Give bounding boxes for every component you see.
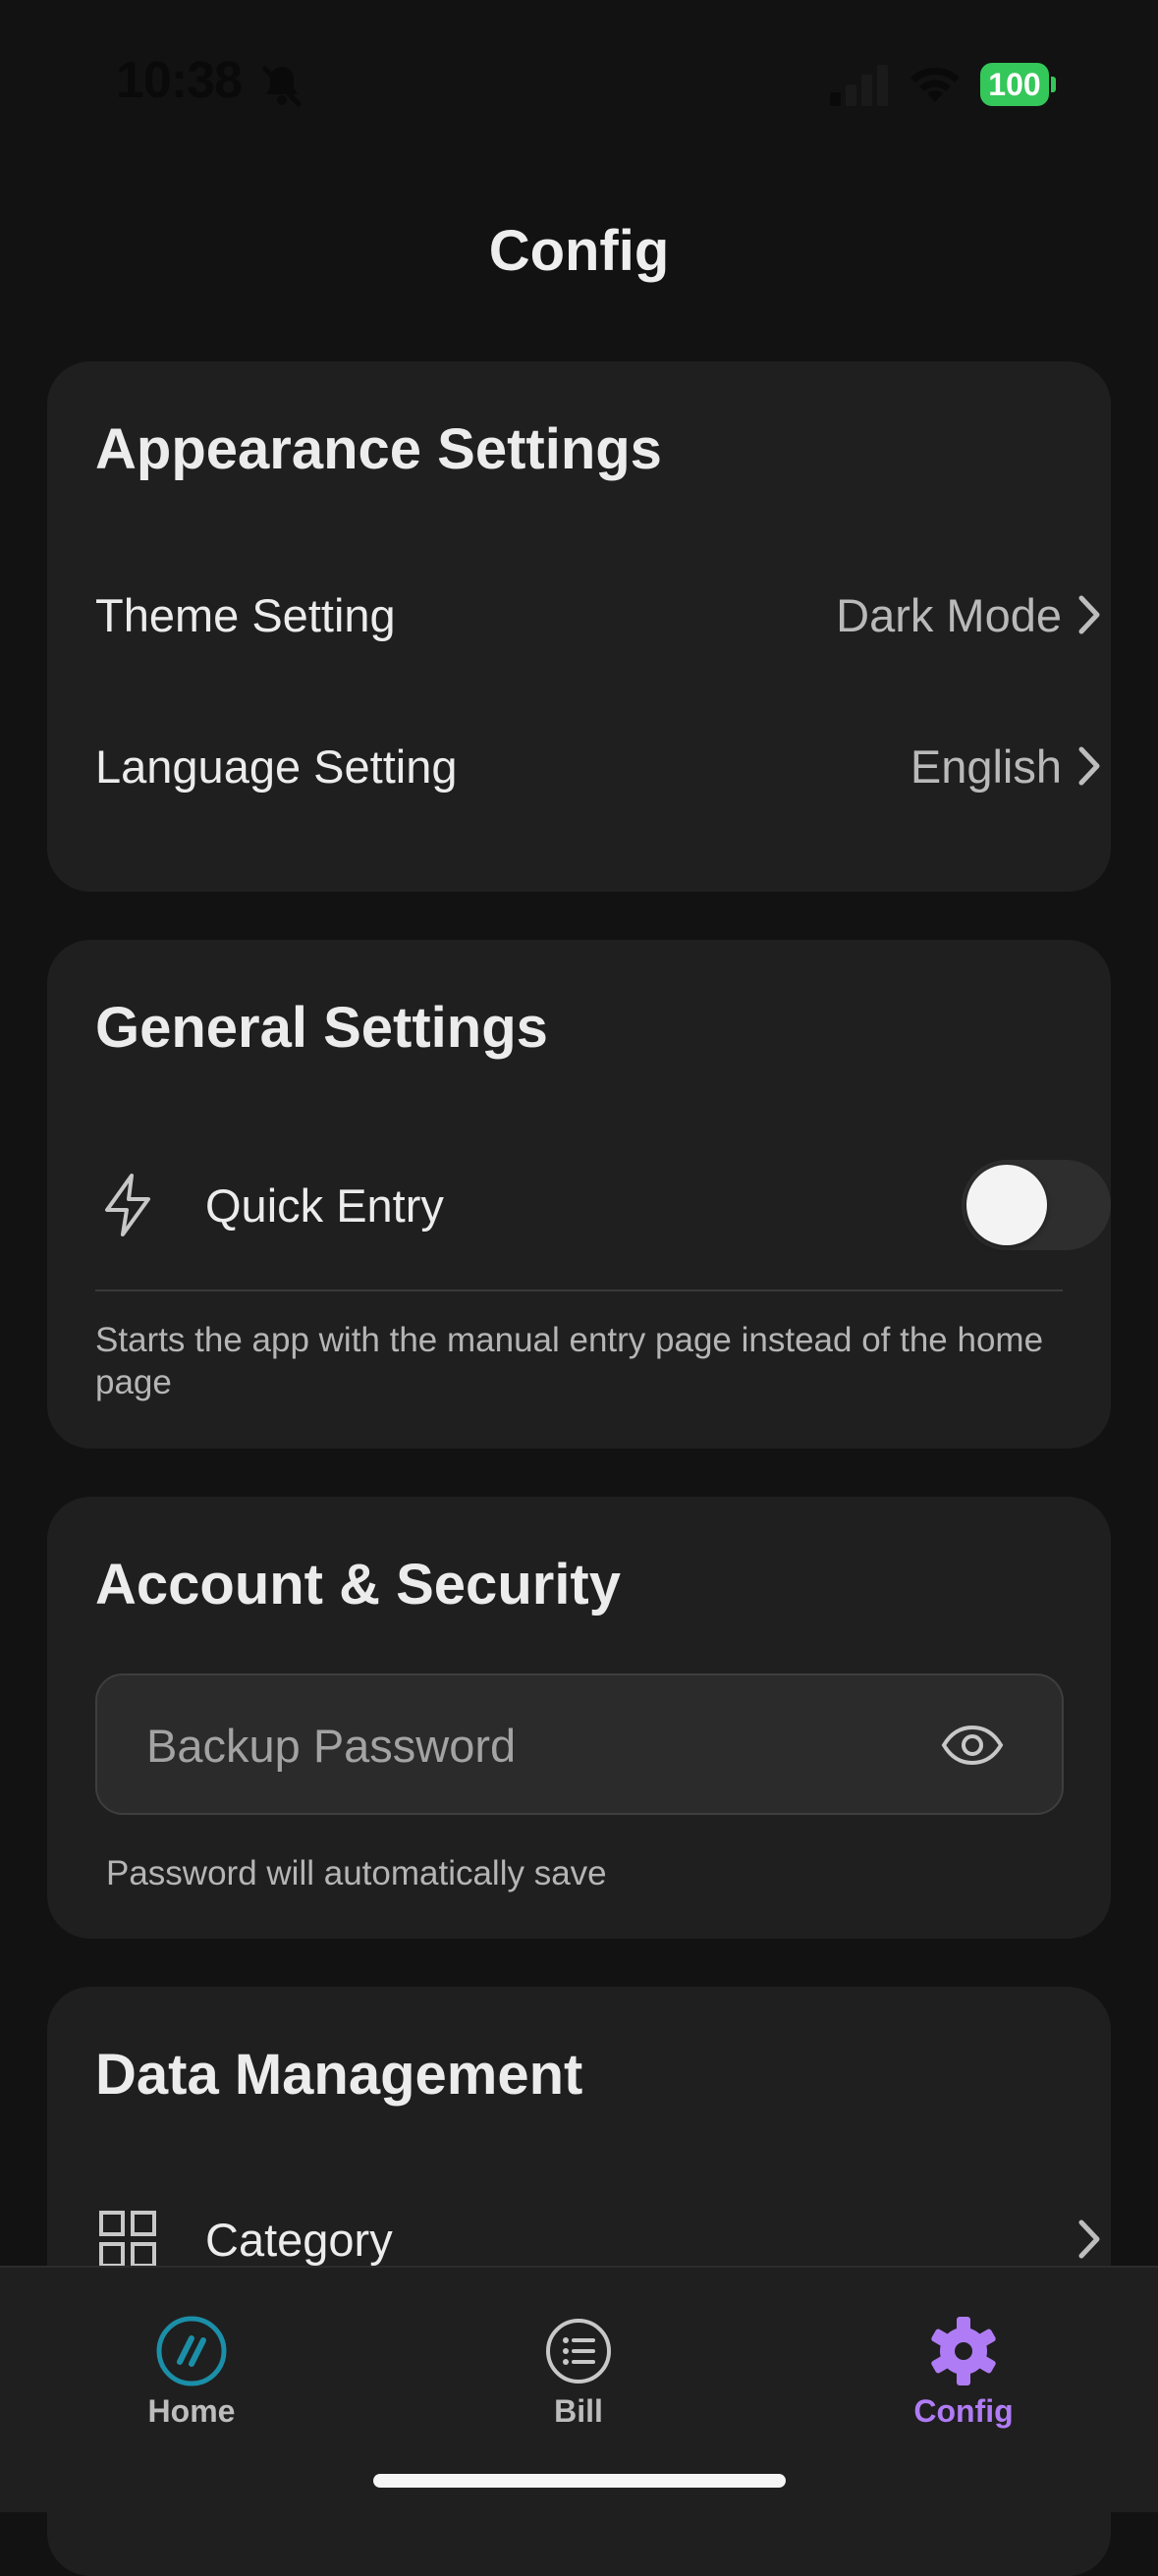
backup-password-field — [95, 1673, 1064, 1815]
page-title: Config — [488, 219, 670, 283]
lightning-icon — [95, 1173, 160, 1237]
account-security-title: Account & Security — [95, 1553, 621, 1617]
gear-icon — [931, 2317, 996, 2385]
status-time: 10:38 — [116, 52, 243, 109]
eye-icon[interactable] — [940, 1713, 1005, 1778]
appearance-settings-title: Appearance Settings — [95, 417, 662, 481]
tab-bill[interactable]: Bill — [480, 2315, 677, 2430]
chevron-right-icon — [1068, 585, 1111, 644]
tab-home[interactable]: Home — [93, 2315, 290, 2430]
chevron-right-icon — [1068, 2210, 1111, 2269]
category-label: Category — [205, 2213, 393, 2266]
grid-icon — [95, 2207, 160, 2272]
general-settings-title: General Settings — [95, 996, 548, 1060]
battery-indicator: 100 — [980, 63, 1056, 106]
language-setting-value: English — [910, 740, 1062, 793]
quick-entry-toggle[interactable] — [962, 1160, 1111, 1250]
backup-password-input[interactable] — [144, 1675, 954, 1815]
account-security-card: Account & Security Password will automat… — [47, 1497, 1111, 1939]
tab-bill-label: Bill — [554, 2393, 603, 2429]
toggle-knob — [966, 1165, 1047, 1245]
bell-muted-icon — [262, 66, 302, 107]
quick-entry-label: Quick Entry — [205, 1178, 444, 1232]
tab-config[interactable]: Config — [865, 2315, 1062, 2430]
language-setting-row[interactable]: Language Setting English — [95, 717, 1111, 815]
password-autosave-note: Password will automatically save — [106, 1854, 607, 1892]
cellular-signal-icon — [830, 65, 888, 106]
theme-setting-label: Theme Setting — [95, 588, 396, 641]
quick-entry-description: Starts the app with the manual entry pag… — [95, 1321, 1044, 1401]
general-settings-card: General Settings Quick Entry Starts the … — [47, 940, 1111, 1449]
chevron-right-icon — [1068, 737, 1111, 795]
wifi-icon — [910, 67, 960, 102]
status-bar: 10:38 100 — [0, 0, 1158, 172]
tab-config-label: Config — [913, 2393, 1014, 2429]
theme-setting-value: Dark Mode — [836, 588, 1062, 641]
battery-level: 100 — [980, 63, 1049, 106]
appearance-settings-card: Appearance Settings Theme Setting Dark M… — [47, 361, 1111, 892]
quick-entry-row: Quick Entry — [95, 1156, 1111, 1254]
data-management-title: Data Management — [95, 2043, 583, 2107]
list-icon — [546, 2319, 611, 2384]
home-indicator — [373, 2474, 786, 2488]
divider — [95, 1289, 1063, 1291]
tab-home-label: Home — [147, 2393, 236, 2429]
home-logo-icon — [156, 2316, 227, 2386]
language-setting-label: Language Setting — [95, 740, 458, 793]
theme-setting-row[interactable]: Theme Setting Dark Mode — [95, 566, 1111, 664]
